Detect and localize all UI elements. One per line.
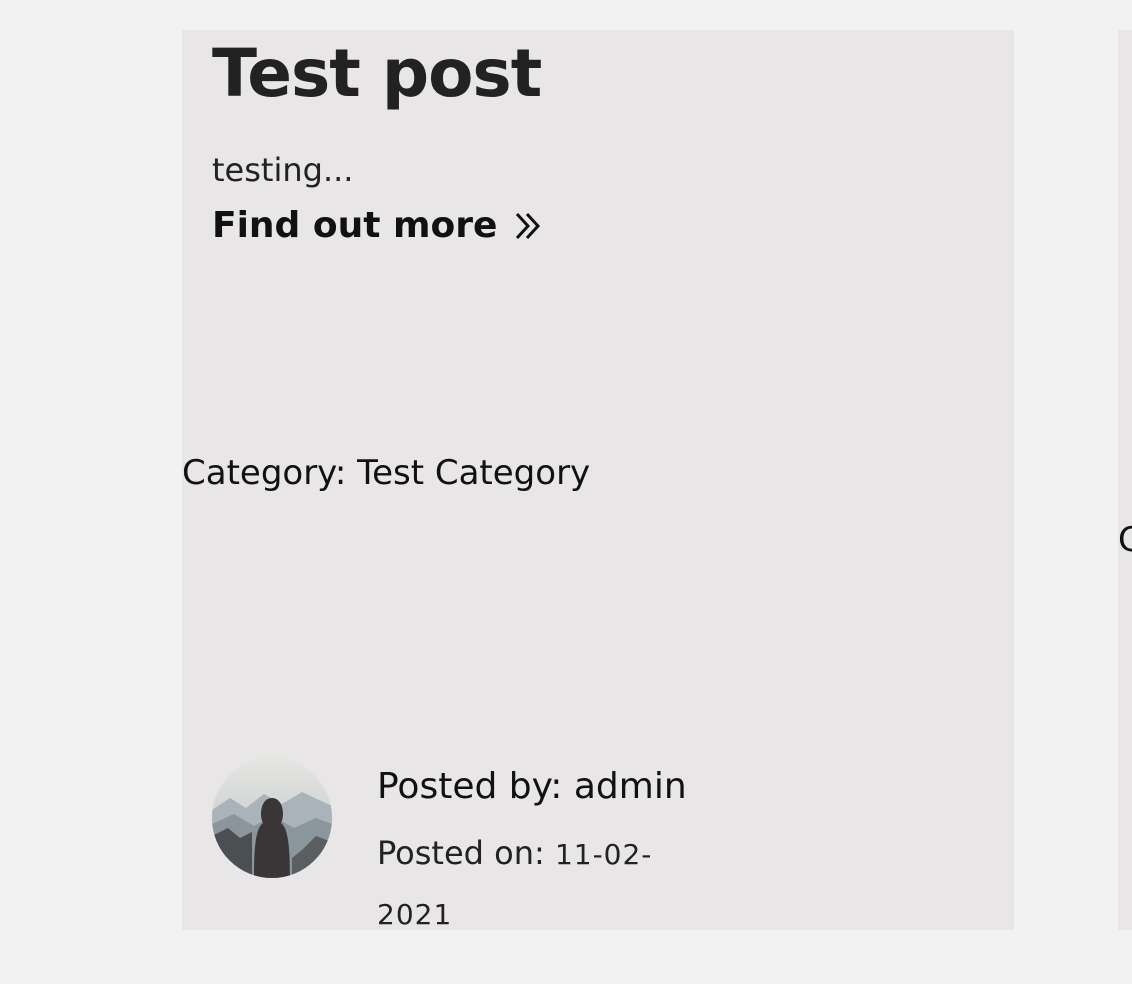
- posted-on-label: Posted on:: [377, 834, 555, 872]
- post-category: Category: Test Category: [182, 453, 591, 493]
- find-out-more-link[interactable]: Find out more: [212, 204, 545, 248]
- author-avatar: [212, 758, 332, 878]
- post-card: Test post testing... Find out more Categ…: [182, 30, 1014, 931]
- post-author: Posted by: admin: [377, 766, 687, 807]
- double-chevron-right-icon: [511, 209, 545, 243]
- post-date: Posted on: 11-02-2021: [377, 824, 697, 944]
- post-title[interactable]: Test post: [212, 34, 542, 114]
- next-post-category-peek: C: [1118, 520, 1132, 560]
- post-excerpt: testing...: [212, 151, 354, 189]
- next-post-card: [1118, 30, 1132, 930]
- find-out-more-label: Find out more: [212, 205, 498, 246]
